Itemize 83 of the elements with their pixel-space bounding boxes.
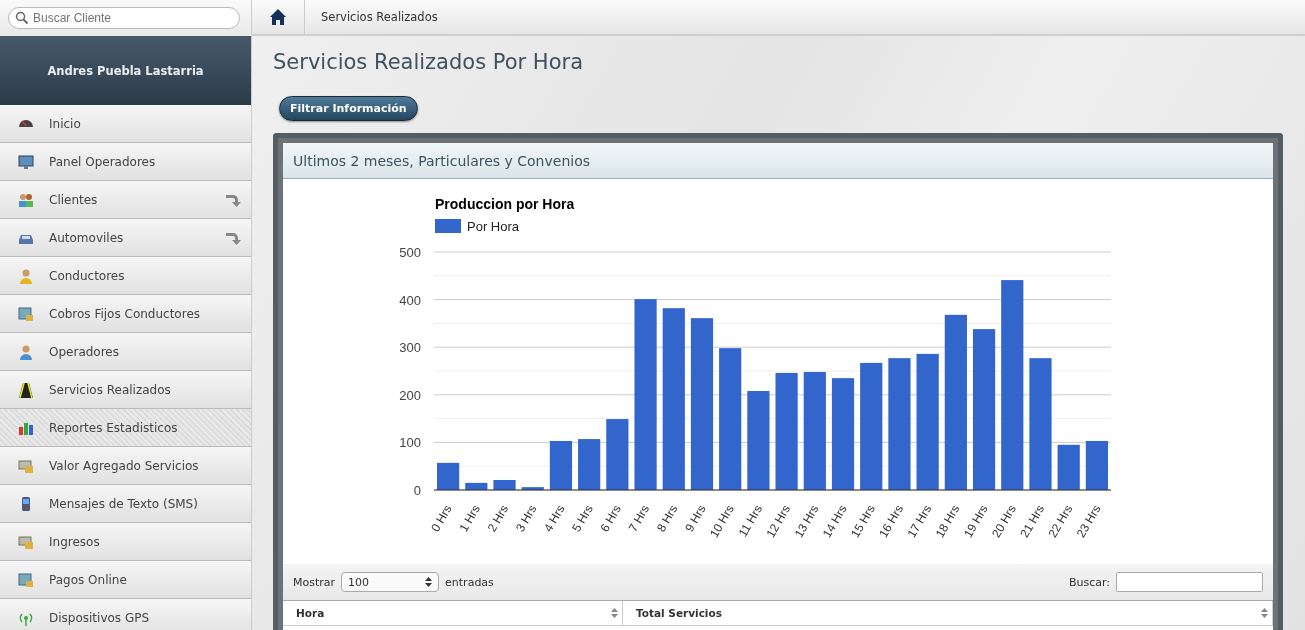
bar <box>493 480 516 490</box>
sidebar-item[interactable]: Automoviles <box>0 219 251 257</box>
x-tick-label: 22 Hrs <box>1045 502 1076 541</box>
sidebar-item[interactable]: Mensajes de Texto (SMS) <box>0 485 251 523</box>
show-label: Mostrar <box>293 575 336 589</box>
x-tick-label: 23 Hrs <box>1073 502 1104 541</box>
x-tick-label: 2 Hrs <box>484 502 512 535</box>
sidebar-item[interactable]: Inicio <box>0 105 251 143</box>
x-tick-label: 11 Hrs <box>735 502 765 540</box>
chart-title: Produccion por Hora <box>435 196 575 212</box>
y-tick-label: 300 <box>399 340 421 356</box>
x-tick-label: 19 Hrs <box>960 502 991 541</box>
x-tick-label: 1 Hrs <box>456 502 483 535</box>
sidebar-item[interactable]: Valor Agregado Servicios <box>0 447 251 485</box>
sidebar-item[interactable]: Operadores <box>0 333 251 371</box>
x-tick-label: 0 Hrs <box>428 502 455 535</box>
bar <box>1057 444 1080 490</box>
road-icon <box>18 381 34 398</box>
sidebar-item[interactable]: Servicios Realizados <box>0 371 251 409</box>
x-tick-label: 17 Hrs <box>904 502 935 541</box>
x-tick-label: 16 Hrs <box>876 502 907 541</box>
sort-icon <box>1261 608 1268 618</box>
bar <box>521 487 544 490</box>
column-header[interactable]: Hora <box>283 601 623 626</box>
table-coins-icon <box>18 571 34 588</box>
people-icon <box>18 191 34 208</box>
sidebar-item[interactable]: Conductores <box>0 257 251 295</box>
x-tick-label: 8 Hrs <box>653 502 681 535</box>
user-name: Andres Puebla Lastarria <box>47 63 204 78</box>
x-tick-label: 5 Hrs <box>569 502 596 535</box>
x-tick-label: 12 Hrs <box>763 502 794 541</box>
y-tick-label: 100 <box>399 435 421 451</box>
monitor-icon <box>18 153 34 170</box>
bar <box>549 440 573 490</box>
sidebar-item[interactable]: Ingresos <box>0 523 251 561</box>
coins-icon <box>18 533 34 550</box>
breadcrumb-current: Servicios Realizados <box>321 10 438 24</box>
bar <box>465 482 488 490</box>
sidebar-item[interactable]: Pagos Online <box>0 561 251 599</box>
x-tick-label: 14 Hrs <box>819 502 850 541</box>
search-field[interactable]: Buscar Cliente <box>8 7 240 29</box>
x-tick-label: 6 Hrs <box>597 502 624 535</box>
x-tick-label: 13 Hrs <box>791 502 822 541</box>
y-tick-label: 0 <box>413 483 421 498</box>
panel-title: Ultimos 2 meses, Particulares y Convenios <box>293 152 590 169</box>
y-tick-label: 200 <box>399 387 421 403</box>
bar <box>606 419 629 490</box>
sidebar-item[interactable]: Dispositivos GPS <box>0 599 251 630</box>
table-coins-icon <box>18 305 34 322</box>
x-tick-label: 9 Hrs <box>682 502 709 535</box>
table-search-field[interactable] <box>1116 572 1263 592</box>
x-tick-label: 18 Hrs <box>932 502 963 541</box>
person-icon <box>18 267 34 284</box>
filter-button[interactable]: Filtrar Información <box>279 96 418 121</box>
x-tick-label: 15 Hrs <box>848 502 878 541</box>
x-tick-label: 7 Hrs <box>625 502 653 535</box>
sidebar-item[interactable]: Clientes <box>0 181 251 219</box>
coins-icon <box>18 457 34 474</box>
x-tick-label: 4 Hrs <box>541 502 568 535</box>
bar <box>437 462 460 490</box>
spinner-icon <box>425 577 433 587</box>
sidebar-item[interactable]: Reportes Estadisticos <box>0 409 251 447</box>
y-tick-label: 500 <box>399 245 421 260</box>
search-icon <box>15 11 29 25</box>
search-label: Buscar: <box>1068 575 1110 589</box>
x-tick-label: 3 Hrs <box>512 502 540 535</box>
home-icon[interactable] <box>269 8 287 26</box>
x-tick-label: 10 Hrs <box>707 502 737 541</box>
gauge-icon <box>18 119 34 128</box>
page-size-select[interactable]: 100 <box>341 572 440 592</box>
entries-label: entradas <box>445 575 494 589</box>
legend-label: Por Hora <box>467 219 520 234</box>
x-tick-label: 20 Hrs <box>989 502 1019 541</box>
sidebar-item[interactable]: Panel Operadores <box>0 143 251 181</box>
bar <box>1085 440 1108 490</box>
sort-icon <box>611 608 618 618</box>
column-header[interactable]: Total Servicios <box>623 601 1273 626</box>
bar <box>578 439 601 490</box>
y-tick-label: 400 <box>399 292 421 308</box>
page-title: Servicios Realizados Por Hora <box>273 50 584 76</box>
sidebar-item[interactable]: Cobros Fijos Conductores <box>0 295 251 333</box>
person-icon <box>18 343 34 360</box>
x-tick-label: 21 Hrs <box>1017 502 1048 541</box>
